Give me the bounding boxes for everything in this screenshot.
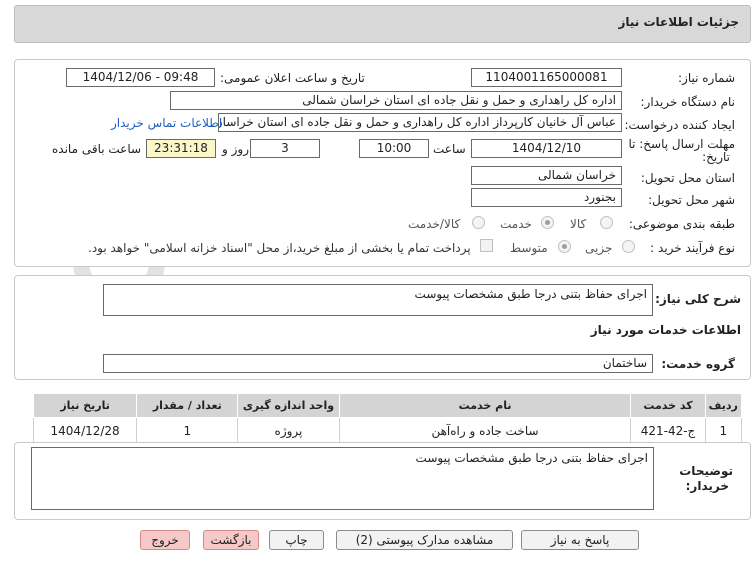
deadline-time-field: 10:00	[359, 139, 429, 158]
col-service-code: کد خدمت	[630, 393, 706, 418]
row-need-date: 1404/12/28	[32, 417, 138, 444]
service-group-field: ساختمان	[103, 354, 653, 373]
col-need-date: تاریخ نیاز	[32, 393, 138, 418]
col-quantity: تعداد / مقدار	[136, 393, 239, 418]
city-field: بجنورد	[471, 188, 622, 207]
view-attachments-button[interactable]: مشاهده مدارک پیوستی (2)	[336, 530, 513, 550]
need-number-field: 1104001165000081	[471, 68, 622, 87]
row-index: 1	[704, 417, 743, 444]
remaining-time-field: 23:31:18	[146, 139, 216, 158]
city-label: شهر محل تحویل:	[648, 193, 735, 207]
need-number-label: شماره نیاز:	[678, 71, 735, 85]
category-service-label: خدمت	[500, 217, 532, 231]
creator-label: ایجاد کننده درخواست:	[624, 118, 735, 132]
purchase-type-label: نوع فرآیند خرید :	[650, 241, 735, 255]
treasury-payment-checkbox[interactable]	[480, 239, 493, 252]
creator-field: عباس آل خانیان کارپرداز اداره کل راهداری…	[218, 113, 622, 132]
category-goods-service-label: کالا/خدمت	[408, 217, 461, 231]
buyer-notes-field: اجرای حفاظ بتنی درجا طبق مشخصات پیوست	[31, 447, 654, 510]
buyer-org-field: اداره کل راهداری و حمل و نقل جاده ای است…	[170, 91, 622, 110]
services-table: ردیف کد خدمت نام خدمت واحد اندازه گیری ت…	[32, 393, 743, 444]
buyer-notes-label-1: توضیحات	[679, 464, 733, 478]
buyer-contact-link[interactable]: اطلاعات تماس خریدار	[111, 116, 222, 130]
buyer-org-label: نام دستگاه خریدار:	[640, 95, 736, 109]
days-label: روز و	[222, 142, 249, 156]
services-table-header: ردیف کد خدمت نام خدمت واحد اندازه گیری ت…	[32, 393, 743, 418]
row-service-code: ج-42-421	[630, 417, 706, 444]
col-unit: واحد اندازه گیری	[237, 393, 340, 418]
treasury-payment-note: پرداخت تمام یا بخشی از مبلغ خرید،از محل …	[88, 241, 471, 255]
announce-label: تاریخ و ساعت اعلان عمومی:	[220, 71, 365, 85]
buyer-notes-label-2: خریدار:	[685, 479, 729, 493]
deadline-date-field: 1404/12/10	[471, 139, 622, 158]
general-description-field: اجرای حفاظ بتنی درجا طبق مشخصات پیوست	[103, 284, 653, 316]
row-service-name: ساخت جاده و راه‌آهن	[338, 417, 632, 444]
service-group-label: گروه خدمت:	[661, 357, 735, 371]
back-button[interactable]: بازگشت	[203, 530, 259, 550]
purchase-medium-radio[interactable]	[558, 240, 571, 253]
purchase-minor-radio[interactable]	[622, 240, 635, 253]
category-label: طبقه بندی موضوعی:	[628, 217, 735, 231]
print-button[interactable]: چاپ	[269, 530, 324, 550]
row-unit: پروژه	[237, 417, 340, 444]
row-quantity: 1	[136, 417, 239, 444]
purchase-medium-label: متوسط	[510, 241, 548, 255]
category-goods-label: کالا	[570, 217, 587, 231]
category-goods-radio[interactable]	[600, 216, 613, 229]
deadline-label-date: تاریخ:	[702, 150, 730, 164]
col-service-name: نام خدمت	[338, 393, 632, 418]
exit-button[interactable]: خروج	[140, 530, 190, 550]
remaining-time-label: ساعت باقی مانده	[52, 142, 142, 156]
table-row: 1 ج-42-421 ساخت جاده و راه‌آهن پروژه 1 1…	[32, 417, 743, 444]
purchase-minor-label: جزیی	[585, 241, 613, 255]
page-title: جزئیات اطلاعات نیاز	[618, 15, 739, 29]
deadline-label: مهلت ارسال پاسخ: تا	[628, 137, 735, 151]
announce-field: 1404/12/06 - 09:48	[66, 68, 215, 87]
province-label: استان محل تحویل:	[640, 171, 735, 185]
category-goods-service-radio[interactable]	[472, 216, 485, 229]
province-field: خراسان شمالی	[471, 166, 622, 185]
col-row: ردیف	[704, 393, 743, 418]
deadline-time-label: ساعت	[433, 142, 466, 156]
general-description-label: شرح کلی نیاز:	[655, 292, 741, 306]
category-service-radio[interactable]	[541, 216, 554, 229]
reply-button[interactable]: پاسخ به نیاز	[521, 530, 639, 550]
services-heading: اطلاعات خدمات مورد نیاز	[590, 323, 741, 337]
days-field: 3	[250, 139, 320, 158]
